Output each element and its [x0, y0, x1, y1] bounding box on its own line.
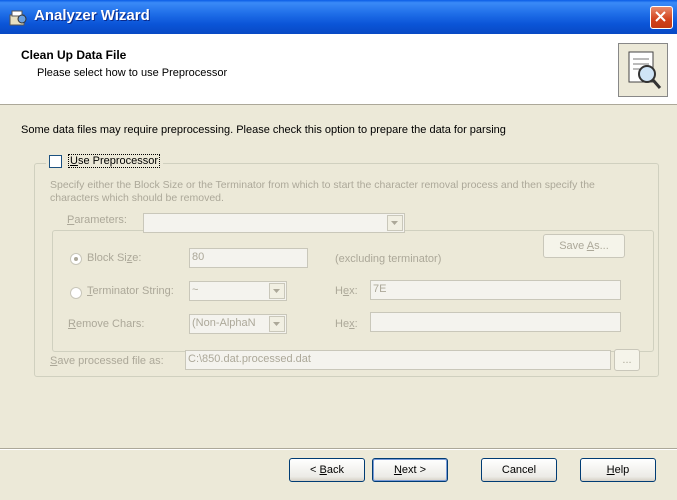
- close-icon: [655, 11, 666, 22]
- terminator-label: Terminator String:: [87, 285, 174, 297]
- wizard-app-icon: [9, 10, 27, 26]
- parameters-select[interactable]: [143, 213, 405, 233]
- title-bar: Analyzer Wizard: [0, 0, 677, 34]
- save-as-button[interactable]: Save As...: [543, 234, 625, 258]
- excluding-terminator-note: (excluding terminator): [335, 253, 442, 265]
- terminator-radio[interactable]: [70, 287, 82, 299]
- block-size-label: Block Size:: [87, 252, 142, 264]
- page-subtitle: Please select how to use Preprocessor: [37, 67, 228, 79]
- block-size-input[interactable]: 80: [189, 248, 308, 268]
- preprocessor-description: Specify either the Block Size or the Ter…: [50, 179, 595, 204]
- page-title: Clean Up Data File: [21, 48, 127, 62]
- use-preprocessor-checkbox[interactable]: Use Preprocessor: [46, 154, 164, 168]
- next-button[interactable]: Next >: [372, 458, 448, 482]
- terminator-hex-input[interactable]: 7E: [370, 280, 621, 300]
- save-processed-label: Save processed file as:: [50, 355, 164, 367]
- parameters-label: Parameters:: [67, 214, 127, 226]
- wizard-header: Clean Up Data File Please select how to …: [0, 34, 677, 105]
- remove-chars-select[interactable]: (Non-AlphaN: [189, 314, 287, 334]
- remove-chars-hex-input[interactable]: [370, 312, 621, 332]
- remove-chars-label: Remove Chars:: [68, 318, 145, 330]
- close-button[interactable]: [650, 6, 673, 29]
- block-size-radio[interactable]: [70, 253, 82, 265]
- chevron-down-icon[interactable]: [269, 283, 285, 299]
- parameters-legend: Parameters:: [64, 214, 134, 226]
- use-preprocessor-label: Use Preprocessor: [68, 154, 161, 168]
- checkbox-box[interactable]: [49, 154, 62, 168]
- back-button[interactable]: < Back: [289, 458, 365, 482]
- terminator-hex-label: Hex:: [335, 285, 358, 297]
- footer-separator: [0, 448, 677, 450]
- intro-text: Some data files may require preprocessin…: [21, 124, 506, 136]
- cancel-button[interactable]: Cancel: [481, 458, 557, 482]
- terminator-select[interactable]: ~: [189, 281, 287, 301]
- chevron-down-icon[interactable]: [269, 316, 285, 332]
- remove-chars-hex-label: Hex:: [335, 318, 358, 330]
- help-button[interactable]: Help: [580, 458, 656, 482]
- document-magnifier-icon: [618, 43, 668, 97]
- window-title: Analyzer Wizard: [34, 7, 150, 24]
- chevron-down-icon[interactable]: [387, 215, 403, 231]
- browse-button[interactable]: ...: [614, 349, 640, 371]
- save-processed-input[interactable]: C:\850.dat.processed.dat: [185, 350, 611, 370]
